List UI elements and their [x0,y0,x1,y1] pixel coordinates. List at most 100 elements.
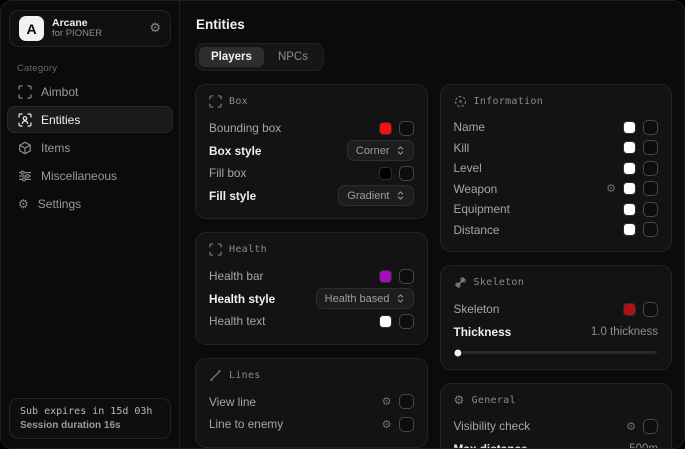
sidebar-item-miscellaneous[interactable]: Miscellaneous [7,162,173,189]
page-title: Entities [196,17,672,32]
setting-row-fill-style: Fill style Gradient [209,185,414,208]
fill-style-dropdown[interactable]: Gradient [338,185,413,206]
diagonal-line-icon [209,369,222,382]
tab-npcs[interactable]: NPCs [266,47,320,67]
person-scan-icon [18,113,32,127]
card-box: Box Bounding box Box style Corner [195,84,428,219]
checkbox[interactable] [643,302,658,317]
settings-gear-icon[interactable]: ⚙ [149,22,161,35]
setting-row-name: Name [454,117,659,138]
logo-card: A Arcane for PIONER ⚙ [9,10,171,47]
color-swatch[interactable] [623,162,636,175]
card-title: General [472,395,516,406]
chevron-up-down-icon [396,189,405,202]
checkbox[interactable] [643,202,658,217]
setting-row-level: Level [454,158,659,179]
checkbox[interactable] [399,417,414,432]
sidebar: A Arcane for PIONER ⚙ Category Aimbot En… [1,1,179,448]
card-lines: Lines View line ⚙ Line to enemy ⚙ [195,358,428,448]
setting-row-fill-box: Fill box [209,162,414,185]
logo-initial: A [26,21,36,37]
checkbox[interactable] [643,419,658,434]
chevron-up-down-icon [396,144,405,157]
bone-icon [454,276,467,289]
sidebar-item-settings[interactable]: ⚙ Settings [7,190,173,217]
sidebar-item-aimbot[interactable]: Aimbot [7,78,173,105]
setting-row-visibility-check: Visibility check ⚙ [454,415,659,438]
app-window: A Arcane for PIONER ⚙ Category Aimbot En… [0,0,685,449]
gear-icon[interactable]: ⚙ [382,419,392,430]
color-swatch[interactable] [623,203,636,216]
cube-icon [18,141,32,155]
app-subtitle: for PIONER [52,29,141,40]
color-swatch[interactable] [623,182,636,195]
chevron-up-down-icon [396,292,405,305]
setting-row-health-style: Health style Health based [209,288,414,311]
sliders-icon [18,169,32,183]
sidebar-item-label: Items [41,141,70,155]
main-content: Entities Players NPCs Box Bounding box [180,1,684,448]
color-swatch[interactable] [379,122,392,135]
color-swatch[interactable] [379,270,392,283]
scan-brackets-icon [209,95,222,108]
color-swatch[interactable] [623,303,636,316]
gear-icon[interactable]: ⚙ [382,396,392,407]
setting-row-distance: Distance [454,220,659,241]
sidebar-item-label: Settings [38,197,81,211]
setting-row-health-text: Health text [209,310,414,333]
left-column: Box Bounding box Box style Corner [195,84,428,449]
entity-type-tabs: Players NPCs [195,43,324,71]
checkbox[interactable] [399,166,414,181]
setting-row-kill: Kill [454,138,659,159]
app-logo: A [19,16,44,41]
card-title: Health [229,244,267,255]
color-swatch[interactable] [379,167,392,180]
setting-row-box-style: Box style Corner [209,140,414,163]
gear-icon: ⚙ [18,198,29,210]
card-general: ⚙ General Visibility check ⚙ Max distanc… [440,383,673,449]
thickness-slider[interactable] [455,351,658,354]
card-health: Health Health bar Health style Health ba… [195,232,428,345]
checkbox[interactable] [399,314,414,329]
category-label: Category [17,63,179,74]
color-swatch[interactable] [623,223,636,236]
checkbox[interactable] [399,269,414,284]
color-swatch[interactable] [623,121,636,134]
gear-icon: ⚙ [454,394,465,406]
card-title: Skeleton [474,277,525,288]
max-distance-value: 500m [629,443,658,449]
checkbox[interactable] [399,121,414,136]
color-swatch[interactable] [379,315,392,328]
sub-expiry-text: Sub expires in 15d 03h [20,406,160,417]
card-title: Box [229,96,248,107]
slider-thumb[interactable] [453,348,462,357]
checkbox[interactable] [643,120,658,135]
setting-row-equipment: Equipment [454,199,659,220]
card-information: Information Name Kill [440,84,673,252]
checkbox[interactable] [643,222,658,237]
right-column: Information Name Kill [440,84,673,449]
sidebar-item-label: Miscellaneous [41,169,117,183]
thickness-value: 1.0 thickness [591,326,658,338]
checkbox[interactable] [643,181,658,196]
setting-row-line-to-enemy: Line to enemy ⚙ [209,413,414,436]
setting-row-thickness: Thickness 1.0 thickness [454,321,659,344]
crosshair-scan-icon [18,85,32,99]
setting-row-health-bar: Health bar [209,265,414,288]
color-swatch[interactable] [623,141,636,154]
checkbox[interactable] [643,161,658,176]
gear-icon[interactable]: ⚙ [626,421,636,432]
tab-players[interactable]: Players [199,47,264,67]
health-style-dropdown[interactable]: Health based [316,288,414,309]
gear-icon[interactable]: ⚙ [606,183,616,194]
setting-row-weapon: Weapon ⚙ [454,179,659,200]
checkbox[interactable] [643,140,658,155]
sidebar-item-items[interactable]: Items [7,134,173,161]
box-style-dropdown[interactable]: Corner [347,140,414,161]
setting-row-view-line: View line ⚙ [209,391,414,414]
sidebar-item-entities[interactable]: Entities [7,106,173,133]
checkbox[interactable] [399,394,414,409]
setting-row-max-distance: Max distance 500m [454,438,659,449]
subscription-info-card: Sub expires in 15d 03h Session duration … [9,398,171,439]
session-duration-text: Session duration 16s [20,420,160,431]
